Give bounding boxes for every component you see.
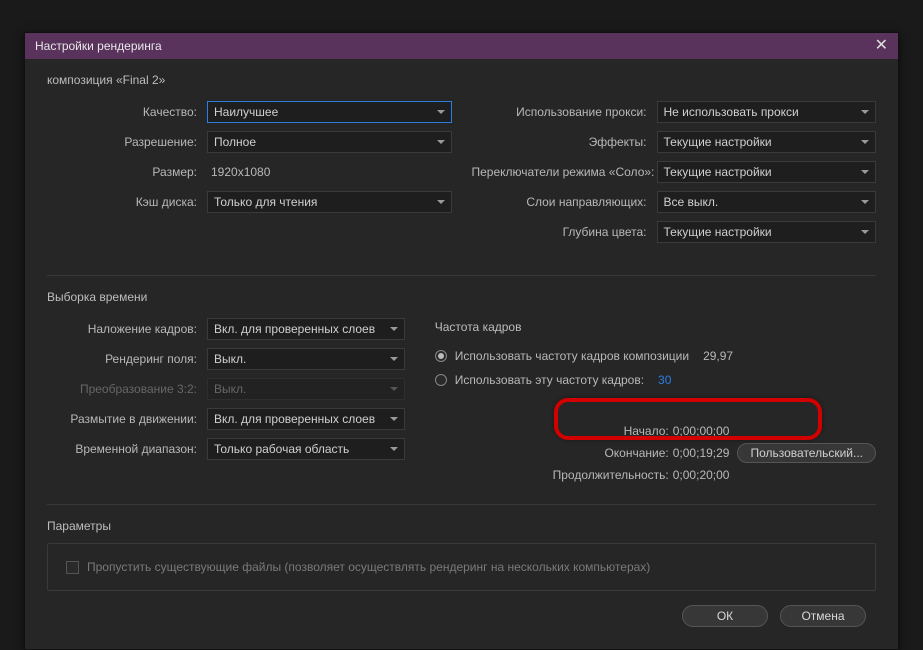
framerate-this-label: Использовать эту частоту кадров: — [455, 373, 644, 387]
cancel-button[interactable]: Отмена — [780, 605, 866, 627]
solo-label: Переключатели режима «Соло»: — [472, 165, 657, 179]
custom-range-button[interactable]: Пользовательский... — [737, 443, 876, 463]
end-label: Окончание: — [425, 446, 673, 460]
chevron-down-icon — [861, 200, 869, 204]
dialog-content: композиция «Final 2» Качество: Наилучшее… — [25, 59, 898, 649]
duration-label: Продолжительность: — [425, 468, 673, 482]
params-title: Параметры — [47, 519, 876, 533]
pulldown-label: Преобразование 3:2: — [47, 382, 207, 396]
guides-value: Все выкл. — [664, 195, 719, 209]
start-label: Начало: — [425, 424, 673, 438]
solo-value: Текущие настройки — [664, 165, 772, 179]
timing-box: Начало: 0;00;00;00 Окончание: 0;00;19;29… — [425, 420, 876, 486]
resolution-select[interactable]: Полное — [207, 131, 452, 153]
size-label: Размер: — [47, 165, 207, 179]
titlebar: Настройки рендеринга ✕ — [25, 33, 898, 59]
proxy-select[interactable]: Не использовать прокси — [657, 101, 877, 123]
motion-select[interactable]: Вкл. для проверенных слоев — [207, 408, 405, 430]
depth-label: Глубина цвета: — [472, 225, 657, 239]
radio-icon — [435, 374, 447, 386]
time-left-column: Наложение кадров: Вкл. для проверенных с… — [47, 314, 405, 486]
effects-value: Текущие настройки — [664, 135, 772, 149]
field-value: Выкл. — [214, 352, 246, 366]
blend-select[interactable]: Вкл. для проверенных слоев — [207, 318, 405, 340]
motion-value: Вкл. для проверенных слоев — [214, 412, 375, 426]
depth-value: Текущие настройки — [664, 225, 772, 239]
field-select[interactable]: Выкл. — [207, 348, 405, 370]
resolution-label: Разрешение: — [47, 135, 207, 149]
guides-select[interactable]: Все выкл. — [657, 191, 877, 213]
field-label: Рендеринг поля: — [47, 352, 207, 366]
quality-label: Качество: — [47, 105, 207, 119]
settings-right-column: Использование прокси: Не использовать пр… — [472, 97, 877, 247]
framerate-comp-label: Использовать частоту кадров композиции — [455, 349, 689, 363]
close-icon[interactable]: ✕ — [875, 38, 888, 54]
chevron-down-icon — [861, 170, 869, 174]
guides-label: Слои направляющих: — [472, 195, 657, 209]
solo-select[interactable]: Текущие настройки — [657, 161, 877, 183]
framerate-this-radio-row[interactable]: Использовать эту частоту кадров: 30 — [435, 368, 876, 392]
time-right-column: Частота кадров Использовать частоту кадр… — [425, 314, 876, 486]
chevron-down-icon — [390, 417, 398, 421]
chevron-down-icon — [437, 200, 445, 204]
blend-label: Наложение кадров: — [47, 322, 207, 336]
framerate-group: Частота кадров Использовать частоту кадр… — [425, 314, 876, 392]
chevron-down-icon — [390, 387, 398, 391]
framerate-this-value[interactable]: 30 — [658, 373, 671, 387]
proxy-label: Использование прокси: — [472, 105, 657, 119]
pulldown-select: Выкл. — [207, 378, 405, 400]
chevron-down-icon — [861, 140, 869, 144]
dialog-title: Настройки рендеринга — [35, 39, 162, 53]
end-value: 0;00;19;29 — [673, 446, 730, 460]
dialog-buttons: ОК Отмена — [47, 591, 876, 641]
chevron-down-icon — [390, 357, 398, 361]
duration-value: 0;00;20;00 — [673, 468, 730, 482]
render-settings-dialog: Настройки рендеринга ✕ композиция «Final… — [24, 32, 899, 650]
start-value: 0;00;00;00 — [673, 424, 730, 438]
span-value: Только рабочая область — [214, 442, 349, 456]
chevron-down-icon — [437, 140, 445, 144]
params-box: Пропустить существующие файлы (позволяет… — [47, 543, 876, 591]
composition-label: композиция «Final 2» — [47, 73, 876, 87]
blend-value: Вкл. для проверенных слоев — [214, 322, 375, 336]
framerate-comp-value: 29,97 — [703, 349, 733, 363]
proxy-value: Не использовать прокси — [664, 105, 799, 119]
chevron-down-icon — [861, 110, 869, 114]
params-section: Параметры Пропустить существующие файлы … — [47, 519, 876, 591]
span-label: Временной диапазон: — [47, 442, 207, 456]
chevron-down-icon — [861, 230, 869, 234]
resolution-value: Полное — [214, 135, 256, 149]
span-select[interactable]: Только рабочая область — [207, 438, 405, 460]
skip-existing-label: Пропустить существующие файлы (позволяет… — [87, 560, 650, 574]
depth-select[interactable]: Текущие настройки — [657, 221, 877, 243]
skip-existing-checkbox[interactable] — [66, 561, 79, 574]
chevron-down-icon — [437, 110, 445, 114]
effects-select[interactable]: Текущие настройки — [657, 131, 877, 153]
chevron-down-icon — [390, 447, 398, 451]
pulldown-value: Выкл. — [214, 382, 246, 396]
radio-icon — [435, 350, 447, 362]
motion-label: Размытие в движении: — [47, 412, 207, 426]
size-value: 1920x1080 — [207, 165, 270, 179]
cache-value: Только для чтения — [214, 195, 317, 209]
effects-label: Эффекты: — [472, 135, 657, 149]
settings-left-column: Качество: Наилучшее Разрешение: Полное Р… — [47, 97, 452, 247]
quality-value: Наилучшее — [214, 105, 278, 119]
ok-button[interactable]: ОК — [682, 605, 768, 627]
cache-select[interactable]: Только для чтения — [207, 191, 452, 213]
time-section-title: Выборка времени — [47, 290, 876, 304]
framerate-title: Частота кадров — [435, 320, 876, 334]
framerate-comp-radio-row[interactable]: Использовать частоту кадров композиции 2… — [435, 344, 876, 368]
chevron-down-icon — [390, 327, 398, 331]
cache-label: Кэш диска: — [47, 195, 207, 209]
quality-select[interactable]: Наилучшее — [207, 101, 452, 123]
